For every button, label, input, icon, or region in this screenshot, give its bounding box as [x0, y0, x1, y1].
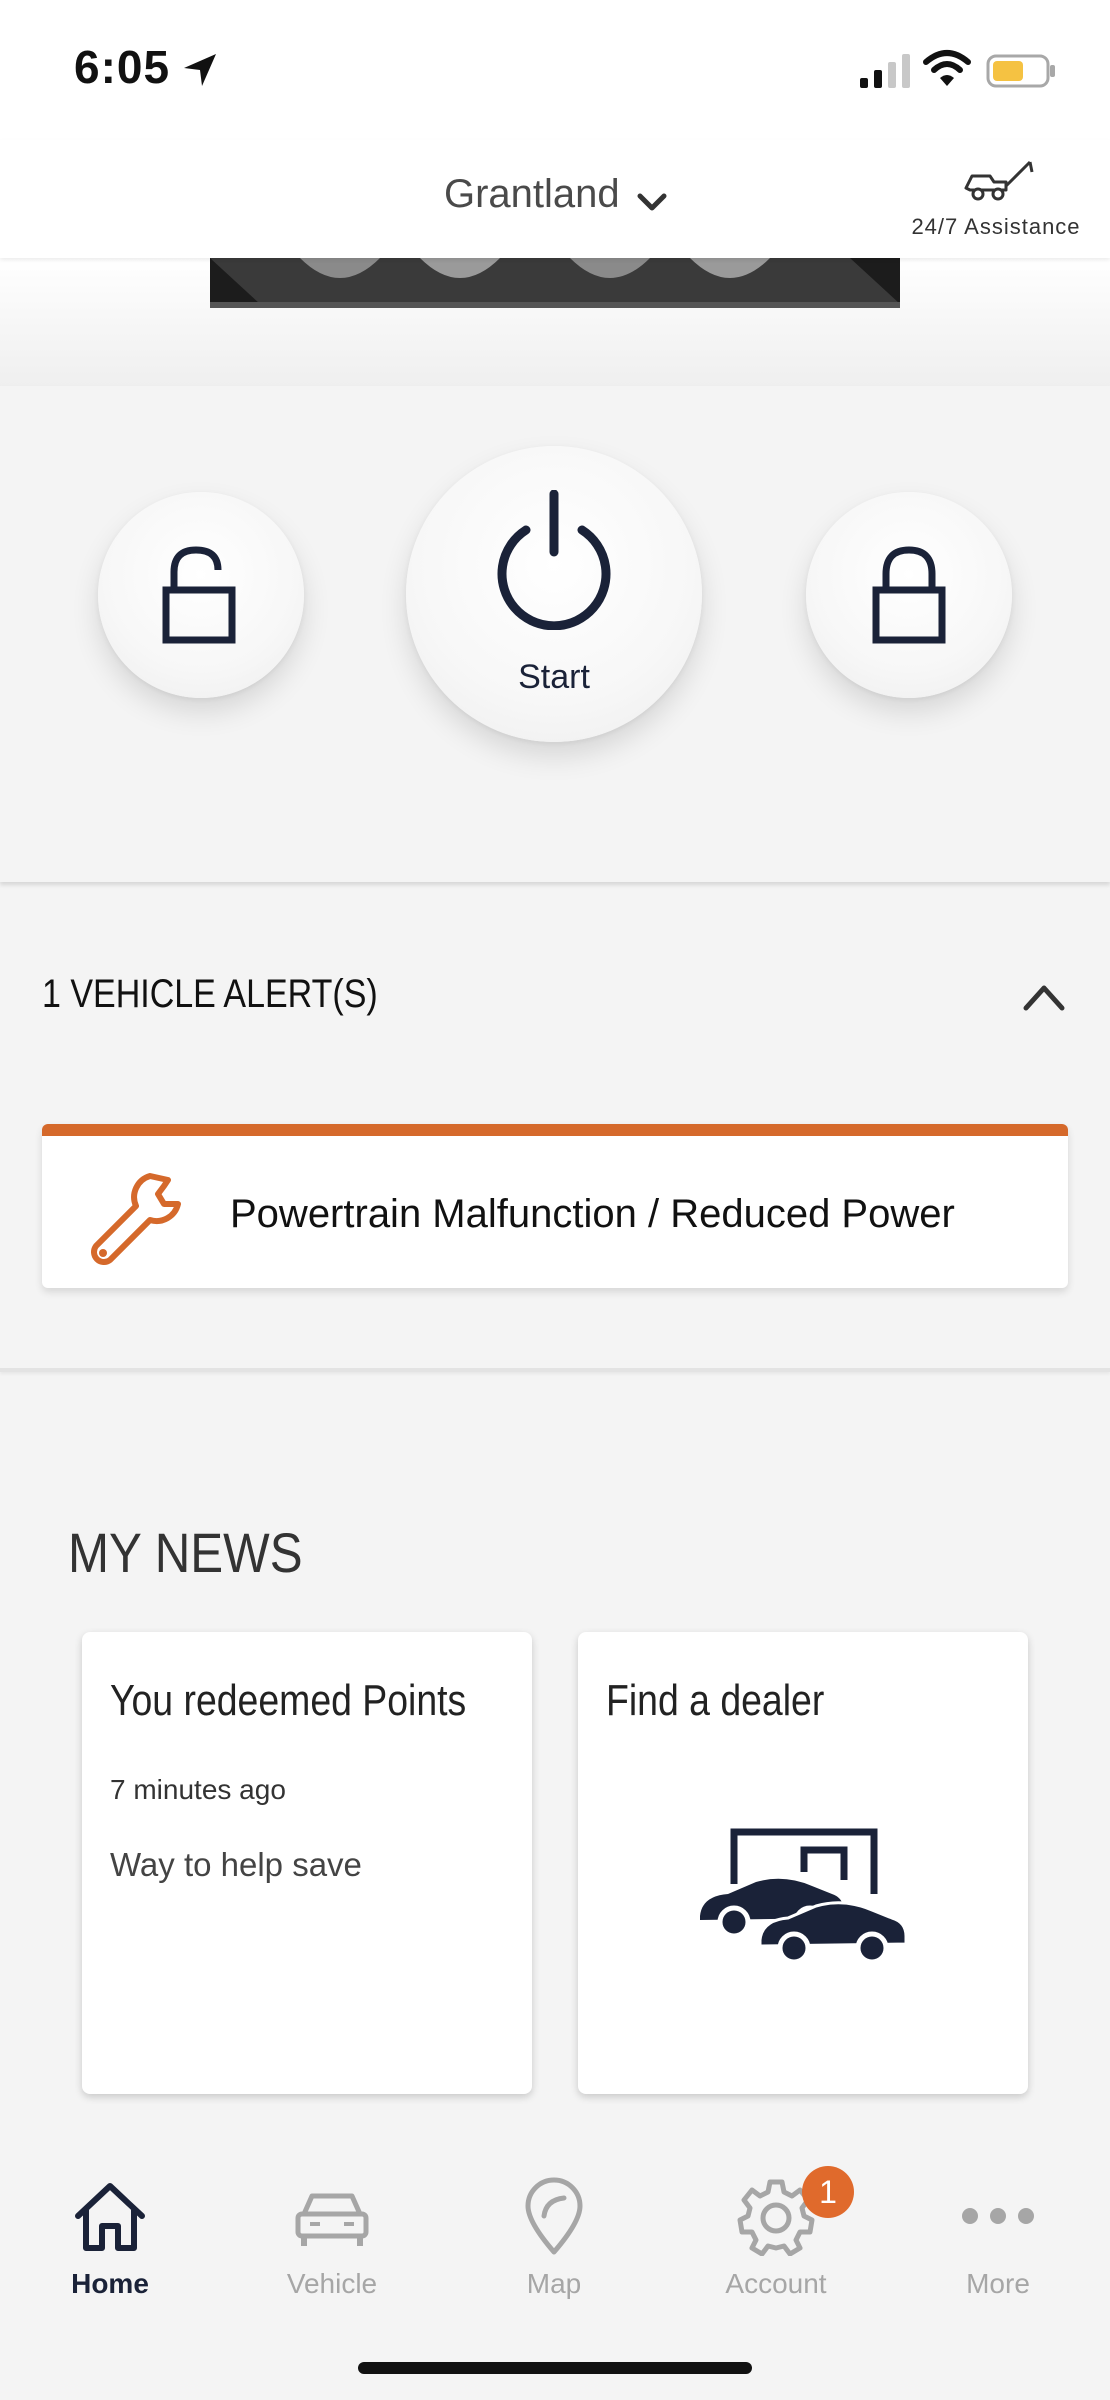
start-button[interactable]: Start	[406, 446, 702, 742]
nav-home[interactable]: Home	[20, 2176, 200, 2306]
vehicle-image	[0, 258, 1110, 386]
nav-account[interactable]: 1 Account	[686, 2166, 866, 2306]
nav-label-map: Map	[526, 2268, 582, 2299]
start-label: Start	[518, 658, 590, 696]
news-card-time: 7 minutes ago	[110, 1774, 286, 1805]
nav-label-home: Home	[71, 2268, 149, 2299]
assistance-label: 24/7 Assistance	[911, 214, 1081, 239]
nav-label-vehicle: Vehicle	[286, 2268, 378, 2299]
chevron-down-icon[interactable]	[636, 188, 668, 216]
unlock-icon	[162, 546, 236, 644]
chevron-up-icon[interactable]	[1020, 980, 1068, 1014]
battery-icon	[986, 54, 1055, 88]
alert-card[interactable]: Powertrain Malfunction / Reduced Power	[42, 1124, 1068, 1288]
home-icon	[75, 2183, 145, 2251]
lock-icon	[872, 546, 946, 644]
news-card-title: You redeemed Points	[110, 1676, 467, 1725]
unlock-button[interactable]	[98, 492, 304, 698]
wifi-icon	[923, 50, 971, 86]
alert-text: Powertrain Malfunction / Reduced Power	[230, 1192, 955, 1236]
car-icon	[295, 2193, 369, 2246]
remote-controls: Start	[0, 386, 1110, 882]
nav-label-account: Account	[725, 2268, 827, 2299]
news-title: MY NEWS	[68, 1521, 303, 1584]
section-divider	[0, 1368, 1110, 1372]
news-card-title: Find a dealer	[606, 1676, 825, 1725]
status-time: 6:05	[74, 41, 171, 93]
wrench-icon	[91, 1173, 181, 1265]
nav-vehicle[interactable]: Vehicle	[242, 2176, 422, 2306]
news-card-points[interactable]: You redeemed Points 7 minutes ago Way to…	[82, 1632, 532, 2094]
nav-map[interactable]: Map	[464, 2176, 644, 2306]
signal-icon	[860, 54, 910, 88]
dealer-icon	[700, 1828, 908, 1965]
nav-label-more: More	[966, 2268, 1030, 2299]
vehicle-selector[interactable]: Grantland	[444, 172, 620, 217]
assistance-button[interactable]: 24/7 Assistance	[896, 156, 1096, 246]
alerts-title: 1 VEHICLE ALERT(S)	[42, 972, 378, 1016]
app-header: Grantland 24/7 Assistance	[0, 140, 1110, 258]
vehicle-wheels-image	[210, 258, 900, 308]
power-icon	[497, 490, 611, 630]
lock-button[interactable]	[806, 492, 1012, 698]
more-icon	[962, 2208, 1034, 2224]
home-indicator[interactable]	[358, 2362, 752, 2374]
nav-more[interactable]: More	[908, 2176, 1088, 2306]
location-arrow-icon	[184, 54, 216, 86]
status-bar: 6:05	[0, 0, 1110, 140]
notification-badge: 1	[802, 2166, 854, 2218]
tow-truck-icon	[964, 160, 1034, 201]
news-card-body: Way to help save	[110, 1846, 362, 1883]
map-pin-icon	[525, 2177, 583, 2255]
news-card-find-dealer[interactable]: Find a dealer	[578, 1632, 1028, 2094]
